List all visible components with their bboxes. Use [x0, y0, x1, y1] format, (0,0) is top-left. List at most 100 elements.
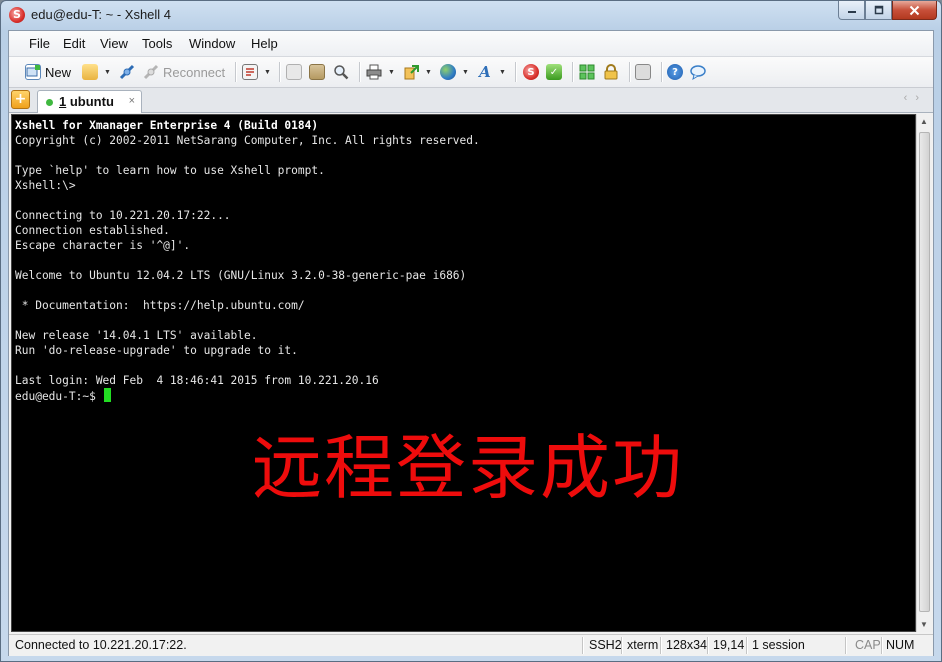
dropdown-arrow-icon[interactable]: ▼: [388, 69, 395, 76]
add-tab-icon[interactable]: +: [11, 90, 30, 109]
xftp-button[interactable]: S: [523, 63, 543, 81]
font-button[interactable]: A ▼: [477, 63, 506, 81]
menu-file[interactable]: File: [29, 36, 50, 51]
terminal-line: Xshell for Xmanager Enterprise 4 (Build …: [15, 119, 319, 132]
status-separator: [881, 637, 883, 654]
overlay-caption: 远程登录成功: [252, 427, 684, 509]
dropdown-arrow-icon[interactable]: ▼: [462, 69, 469, 76]
minimize-icon[interactable]: [838, 1, 865, 20]
status-separator: [621, 637, 623, 654]
main-area: File Edit View Tools Window Help New ▼ R…: [8, 30, 934, 656]
menu-help[interactable]: Help: [251, 36, 278, 51]
open-folder-icon: [82, 64, 98, 80]
reconnect-button[interactable]: Reconnect: [143, 63, 225, 81]
terminal-line: Connecting to 10.221.20.17:22...: [15, 209, 231, 222]
terminal-line: Copyright (c) 2002-2011 NetSarang Comput…: [15, 134, 480, 147]
new-session-button[interactable]: New: [25, 63, 71, 81]
window-title: edu@edu-T: ~ - Xshell 4: [31, 7, 172, 22]
new-session-icon: [25, 64, 41, 80]
copy-button[interactable]: [286, 63, 306, 81]
terminal-scrollbar[interactable]: ▲ ▼: [916, 114, 932, 632]
status-bar: Connected to 10.221.20.17:22. SSH2 xterm…: [9, 634, 933, 656]
menu-edit[interactable]: Edit: [63, 36, 85, 51]
text-cursor: [103, 388, 111, 402]
paste-icon: [309, 64, 325, 80]
layout-button[interactable]: [579, 63, 599, 81]
print-button[interactable]: ▼: [366, 63, 395, 81]
toolbar-separator: [629, 62, 631, 82]
toolbar-separator: [515, 62, 517, 82]
cursor-position-status: 19,14: [713, 638, 745, 652]
title-bar[interactable]: S edu@edu-T: ~ - Xshell 4: [1, 1, 941, 30]
dropdown-arrow-icon[interactable]: ▼: [264, 69, 271, 76]
toolbar-separator: [235, 62, 237, 82]
terminal-line: Welcome to Ubuntu 12.04.2 LTS (GNU/Linux…: [15, 269, 467, 282]
chat-button[interactable]: [690, 63, 710, 81]
tab-scroll-arrows: ‹›: [904, 92, 927, 104]
connect-icon: [119, 64, 135, 80]
menu-window[interactable]: Window: [189, 36, 235, 51]
open-button[interactable]: ▼: [82, 63, 111, 81]
close-tab-icon[interactable]: ×: [129, 95, 135, 107]
transfer-button[interactable]: ▼: [403, 63, 432, 81]
terminal-line: Type `help' to learn how to use Xshell p…: [15, 164, 325, 177]
xmanager-button[interactable]: ✓: [546, 63, 566, 81]
keyboard-icon: [635, 64, 651, 80]
protocol-status: SSH2: [589, 638, 622, 652]
shell-prompt: edu@edu-T:~$: [15, 390, 103, 403]
terminal-line: Last login: Wed Feb 4 18:46:41 2015 from…: [15, 374, 379, 387]
tab-label: 1 ubuntu: [59, 94, 114, 109]
terminal-line: * Documentation: https://help.ubuntu.com…: [15, 299, 305, 312]
menu-tools[interactable]: Tools: [142, 36, 172, 51]
toolbar: New ▼ Reconnect ▼ ▼ ▼ ▼ A ▼ S ✓ ?: [9, 57, 933, 88]
keyboard-button[interactable]: [635, 63, 655, 81]
dropdown-arrow-icon[interactable]: ▼: [499, 69, 506, 76]
scrollbar-thumb[interactable]: [919, 132, 930, 612]
maximize-icon[interactable]: [865, 1, 892, 20]
chat-icon: [690, 64, 706, 80]
window-controls: [838, 1, 937, 21]
menu-bar: File Edit View Tools Window Help: [9, 31, 933, 57]
connect-button[interactable]: [119, 63, 139, 81]
status-separator: [707, 637, 709, 654]
session-count-status: 1 session: [752, 638, 805, 652]
connection-status-icon: [46, 99, 53, 106]
scroll-right-icon[interactable]: ›: [915, 92, 927, 104]
help-icon: ?: [667, 64, 683, 80]
dropdown-arrow-icon[interactable]: ▼: [425, 69, 432, 76]
terminal-line: Escape character is '^@]'.: [15, 239, 191, 252]
new-session-label: New: [45, 64, 72, 80]
paste-button[interactable]: [309, 63, 329, 81]
scroll-down-icon[interactable]: ▼: [920, 620, 928, 629]
lock-button[interactable]: [603, 63, 623, 81]
menu-view[interactable]: View: [100, 36, 128, 51]
xshell-logo-icon: S: [9, 7, 25, 23]
terminal-prompt-line: edu@edu-T:~$: [15, 388, 480, 403]
toolbar-separator: [661, 62, 663, 82]
close-icon[interactable]: [892, 1, 937, 20]
scroll-up-icon[interactable]: ▲: [920, 117, 928, 126]
terminal-size-status: 128x34: [666, 638, 708, 652]
terminal-type-status: xterm: [627, 638, 659, 652]
tab-ubuntu[interactable]: 1 ubuntu ×: [37, 90, 142, 113]
find-button[interactable]: [333, 63, 353, 81]
dropdown-arrow-icon[interactable]: ▼: [104, 69, 111, 76]
help-button[interactable]: ?: [667, 63, 687, 81]
toolbar-separator: [359, 62, 361, 82]
lock-icon: [603, 64, 619, 80]
toolbar-separator: [572, 62, 574, 82]
globe-button[interactable]: ▼: [440, 63, 469, 81]
scroll-left-icon[interactable]: ‹: [904, 92, 916, 104]
xshell-window: S edu@edu-T: ~ - Xshell 4 File Edit View…: [0, 0, 942, 662]
terminal-view[interactable]: Xshell for Xmanager Enterprise 4 (Build …: [11, 114, 916, 632]
tab-name: ubuntu: [66, 94, 114, 109]
xmanager-icon: ✓: [546, 64, 562, 80]
font-icon: A: [479, 63, 491, 81]
session-tab-bar: + 1 ubuntu × ‹›: [9, 88, 933, 113]
properties-button[interactable]: ▼: [242, 63, 271, 81]
caps-lock-indicator: CAP: [855, 638, 881, 652]
terminal-line: New release '14.04.1 LTS' available.: [15, 329, 258, 342]
